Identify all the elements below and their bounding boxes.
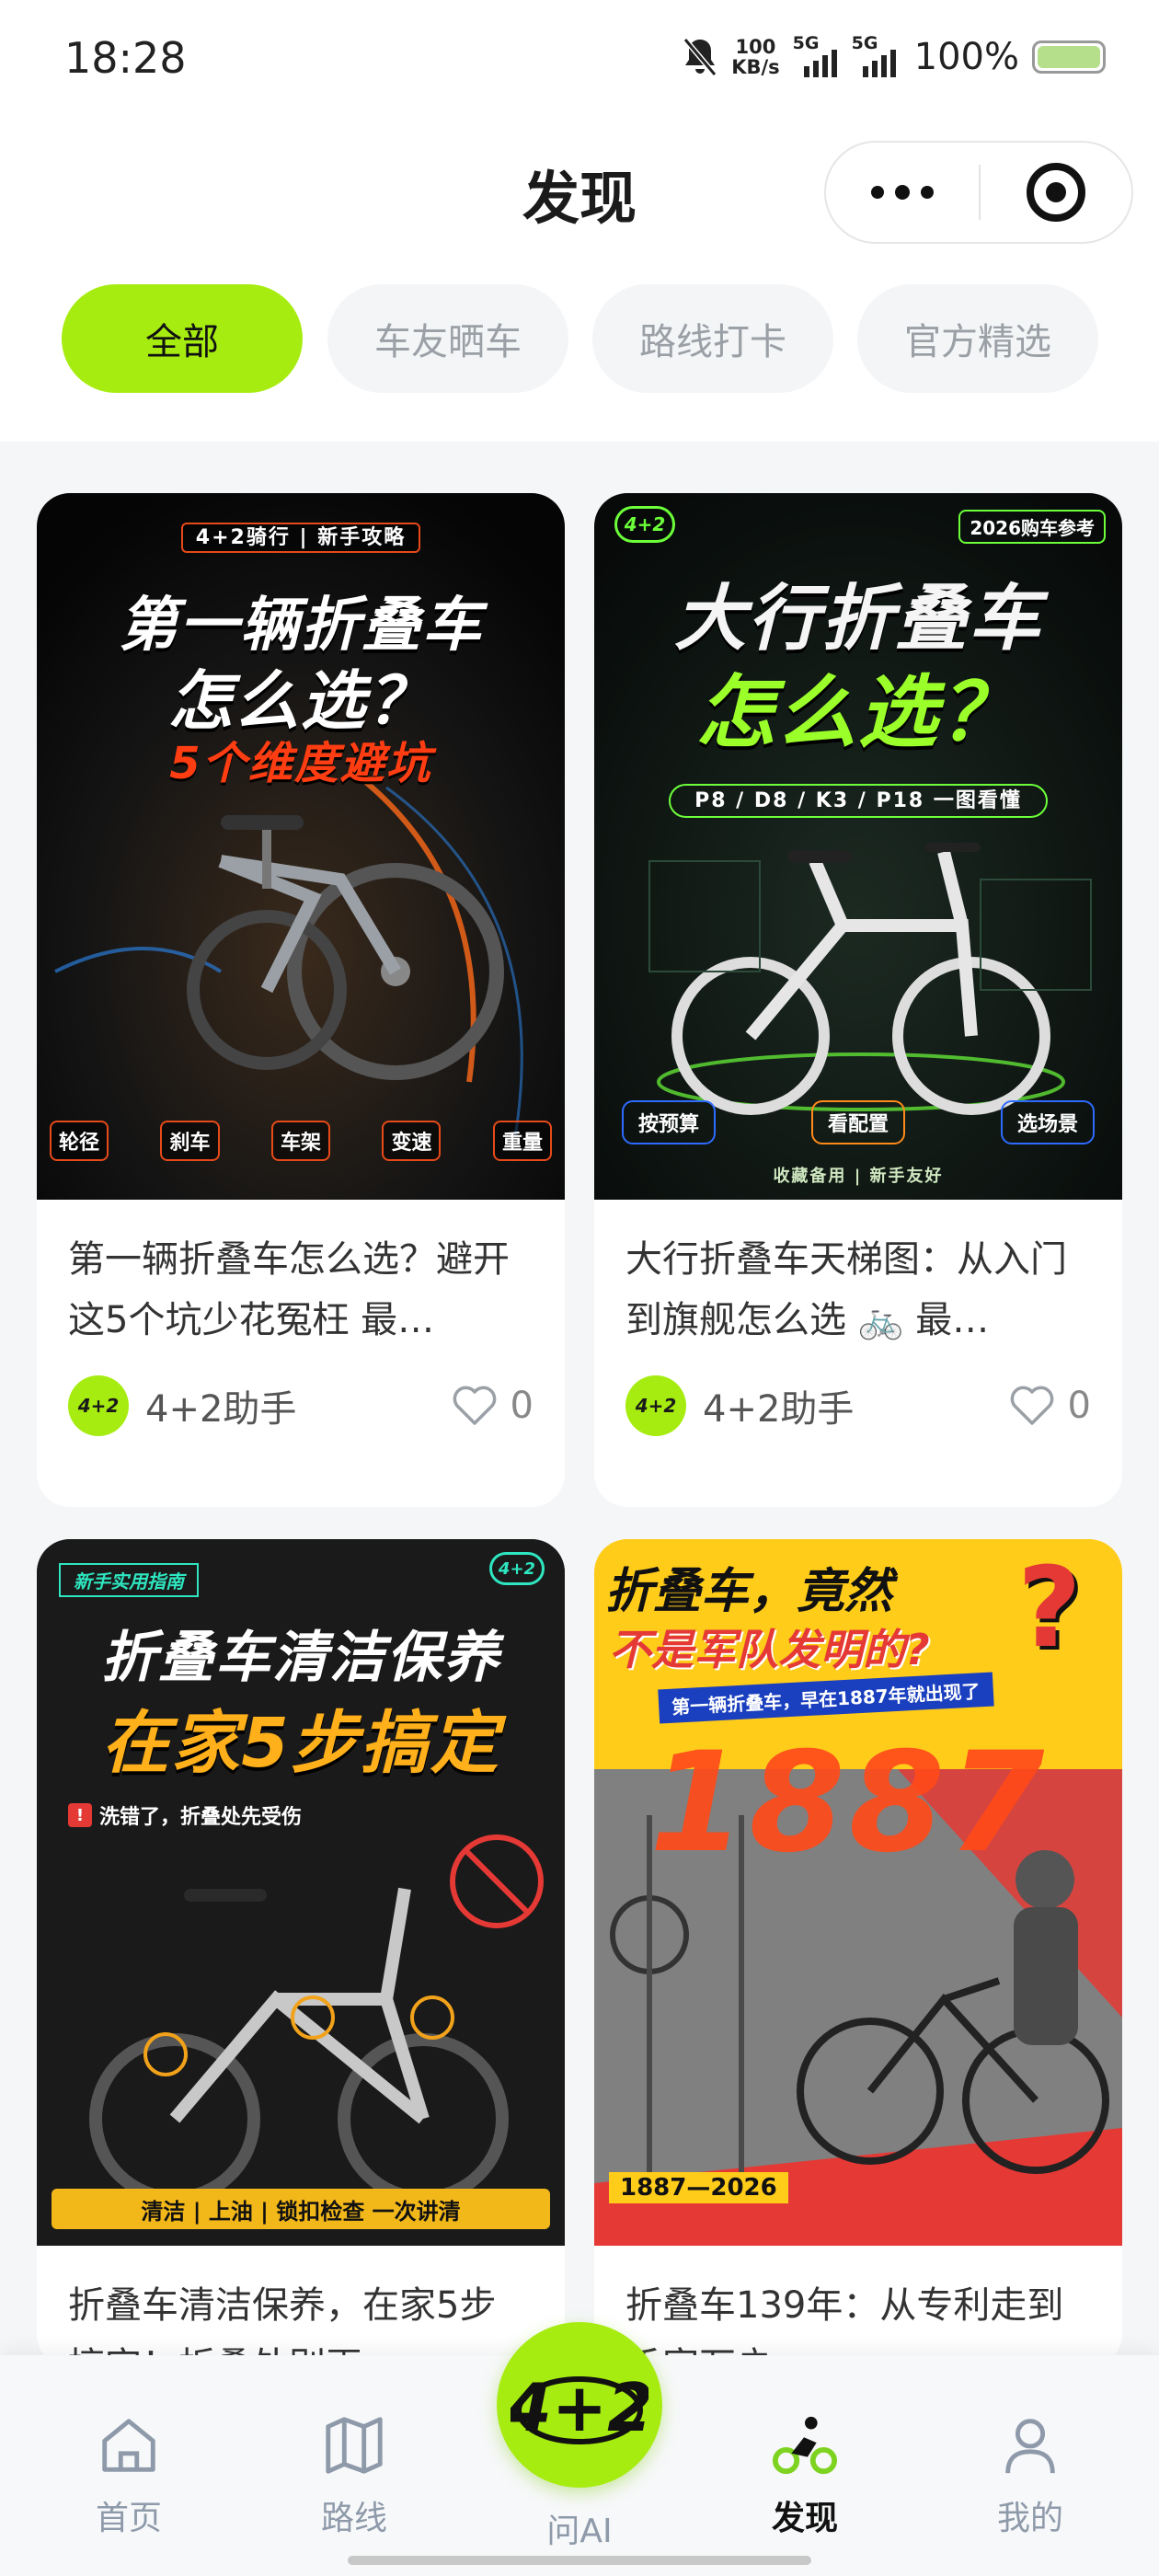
status-time: 18:28 bbox=[64, 33, 187, 83]
cyclist-icon bbox=[772, 2416, 838, 2475]
nav-label: 路线 bbox=[320, 2500, 387, 2537]
logo-42-icon: 4+2 bbox=[511, 2369, 648, 2446]
post-footer: 4+2 4+2助手 0 bbox=[594, 1358, 1122, 1454]
cover-headline-2: 在家5步搞定 bbox=[101, 1704, 500, 1783]
tab-official-picks[interactable]: 官方精选 bbox=[857, 284, 1098, 393]
post-title: 大行折叠车天梯图：从入门到旗舰怎么选 🚲 最… bbox=[625, 1238, 1067, 1341]
nav-profile[interactable]: 我的 bbox=[947, 2355, 1113, 2539]
avatar[interactable]: 4+2 bbox=[68, 1375, 129, 1436]
post-title: 第一辆折叠车怎么选？避开这5个坑少花冤枉 最… bbox=[68, 1238, 510, 1341]
cover-foot: 清洁 | 上油 | 锁扣检查 一次讲清 bbox=[52, 2189, 550, 2229]
home-icon bbox=[102, 2419, 155, 2472]
brand-logo-icon: 4+2 bbox=[614, 506, 675, 543]
like-count: 0 bbox=[1067, 1385, 1091, 1427]
battery-icon bbox=[1032, 40, 1106, 74]
question-mark-icon: ? bbox=[1017, 1545, 1082, 1673]
nav-routes[interactable]: 路线 bbox=[271, 2355, 437, 2539]
cover-headline-3: 5个维度避坑 bbox=[169, 738, 432, 789]
cover-headline-1: 折叠车，竟然 bbox=[605, 1564, 893, 1619]
network-speed-value: 100 bbox=[735, 36, 776, 58]
cover-year: 1887 bbox=[649, 1723, 1049, 1883]
ask-ai-button[interactable]: 4+2 bbox=[497, 2322, 662, 2488]
post-card[interactable]: 新手实用指南 4+2 折叠车清洁保养 在家5步搞定 ! 洗错了，折叠处先受伤 清… bbox=[37, 1539, 565, 2367]
like-count: 0 bbox=[510, 1385, 534, 1427]
cover-chip: 轮径 bbox=[50, 1121, 109, 1161]
signal-icon: 5G bbox=[852, 33, 901, 77]
target-icon bbox=[1027, 163, 1085, 222]
network-speed: 100 KB/s bbox=[731, 37, 779, 77]
status-bar: 18:28 100 KB/s 5G 5G 100% bbox=[0, 0, 1159, 124]
cover-chip: 选场景 bbox=[1000, 1100, 1095, 1144]
more-options-button[interactable] bbox=[826, 143, 979, 242]
post-cover-image: 4+2骑行 | 新手攻略 第一辆折叠车 怎么选？ 5个维度避坑 轮径 刹车 车架… bbox=[37, 493, 565, 1200]
post-title: 折叠车139年：从专利走到千家万户… bbox=[625, 2284, 1064, 2367]
cover-tag: 4+2骑行 | 新手攻略 bbox=[37, 521, 565, 553]
cover-chip: 看配置 bbox=[810, 1100, 905, 1144]
cover-chip: 刹车 bbox=[160, 1121, 220, 1161]
svg-text:4+2: 4+2 bbox=[511, 2369, 648, 2446]
cover-chip-row: 轮径 刹车 车架 变速 重量 bbox=[50, 1121, 552, 1161]
signal-2-label: 5G bbox=[851, 33, 878, 53]
cover-warning: ! 洗错了，折叠处先受伤 bbox=[68, 1800, 302, 1830]
heart-icon[interactable] bbox=[452, 1385, 498, 1427]
cover-button-row: 按预算 看配置 选场景 bbox=[622, 1100, 1095, 1144]
post-card[interactable]: 4+2 2026购车参考 大行折叠车 怎么选？ P8 / D8 / K3 / P… bbox=[594, 493, 1122, 1507]
author-name[interactable]: 4+2助手 bbox=[145, 1379, 452, 1432]
post-footer: 4+2 4+2助手 0 bbox=[37, 1358, 565, 1454]
network-speed-unit: KB/s bbox=[731, 56, 780, 78]
cover-foot: 收藏备用 | 新手友好 bbox=[773, 1167, 944, 1186]
cover-headline-2: 不是军队发明的? bbox=[609, 1625, 930, 1674]
cover-year-range: 1887—2026 bbox=[609, 2172, 788, 2203]
mute-bell-icon bbox=[683, 38, 717, 76]
home-indicator[interactable] bbox=[348, 2556, 811, 2565]
nav-label: 我的 bbox=[996, 2500, 1063, 2537]
nav-discover[interactable]: 发现 bbox=[722, 2355, 888, 2539]
cover-tag: 新手实用指南 bbox=[59, 1563, 199, 1597]
cover-headline-2: 怎么选？ bbox=[696, 667, 1020, 759]
post-cover-image: 新手实用指南 4+2 折叠车清洁保养 在家5步搞定 ! 洗错了，折叠处先受伤 清… bbox=[37, 1539, 565, 2246]
post-title: 折叠车清洁保养，在家5步搞定！折叠处别再… bbox=[68, 2284, 497, 2367]
warning-icon: ! bbox=[68, 1803, 92, 1827]
page-header: 发现 bbox=[0, 124, 1159, 253]
cover-chip: 重量 bbox=[492, 1121, 552, 1161]
post-cover-image: 4+2 2026购车参考 大行折叠车 怎么选？ P8 / D8 / K3 / P… bbox=[594, 493, 1122, 1200]
tab-route-checkin[interactable]: 路线打卡 bbox=[592, 284, 833, 393]
avatar[interactable]: 4+2 bbox=[625, 1375, 686, 1436]
user-icon bbox=[1005, 2419, 1055, 2474]
nav-label: 首页 bbox=[95, 2500, 162, 2537]
cover-chip: 按预算 bbox=[622, 1100, 717, 1144]
signal-icon: 5G bbox=[793, 33, 839, 77]
nav-label: 发现 bbox=[771, 2500, 838, 2537]
heart-icon[interactable] bbox=[1009, 1385, 1055, 1427]
status-icons: 100 KB/s 5G 5G 100% bbox=[682, 29, 1106, 85]
nav-home[interactable]: 首页 bbox=[46, 2355, 212, 2539]
post-card[interactable]: 4+2骑行 | 新手攻略 第一辆折叠车 怎么选？ 5个维度避坑 轮径 刹车 车架… bbox=[37, 493, 565, 1507]
map-icon bbox=[326, 2417, 383, 2474]
tab-rider-shares[interactable]: 车友晒车 bbox=[327, 284, 568, 393]
close-miniprogram-button[interactable] bbox=[981, 163, 1131, 222]
cover-chip: 变速 bbox=[382, 1121, 442, 1161]
cover-models: P8 / D8 / K3 / P18 一图看懂 bbox=[594, 784, 1122, 818]
battery-percent: 100% bbox=[913, 36, 1019, 78]
brand-logo-icon: 4+2 bbox=[489, 1552, 545, 1585]
category-tabs: 全部 车友晒车 路线打卡 官方精选 bbox=[0, 253, 1159, 442]
cover-headline-1: 折叠车清洁保养 bbox=[101, 1626, 500, 1690]
miniprogram-capsule bbox=[824, 141, 1133, 244]
post-card[interactable]: 折叠车，竟然 不是军队发明的? ? 第一辆折叠车，早在1887年就出现了 188… bbox=[594, 1539, 1122, 2367]
signal-1-label: 5G bbox=[792, 33, 820, 53]
cover-badge: 2026购车参考 bbox=[958, 510, 1106, 544]
author-name[interactable]: 4+2助手 bbox=[703, 1379, 1009, 1432]
cover-chip: 车架 bbox=[270, 1121, 330, 1161]
tab-all[interactable]: 全部 bbox=[62, 284, 303, 393]
nav-label: 问AI bbox=[546, 2513, 613, 2550]
post-cover-image: 折叠车，竟然 不是军队发明的? ? 第一辆折叠车，早在1887年就出现了 188… bbox=[594, 1539, 1122, 2246]
